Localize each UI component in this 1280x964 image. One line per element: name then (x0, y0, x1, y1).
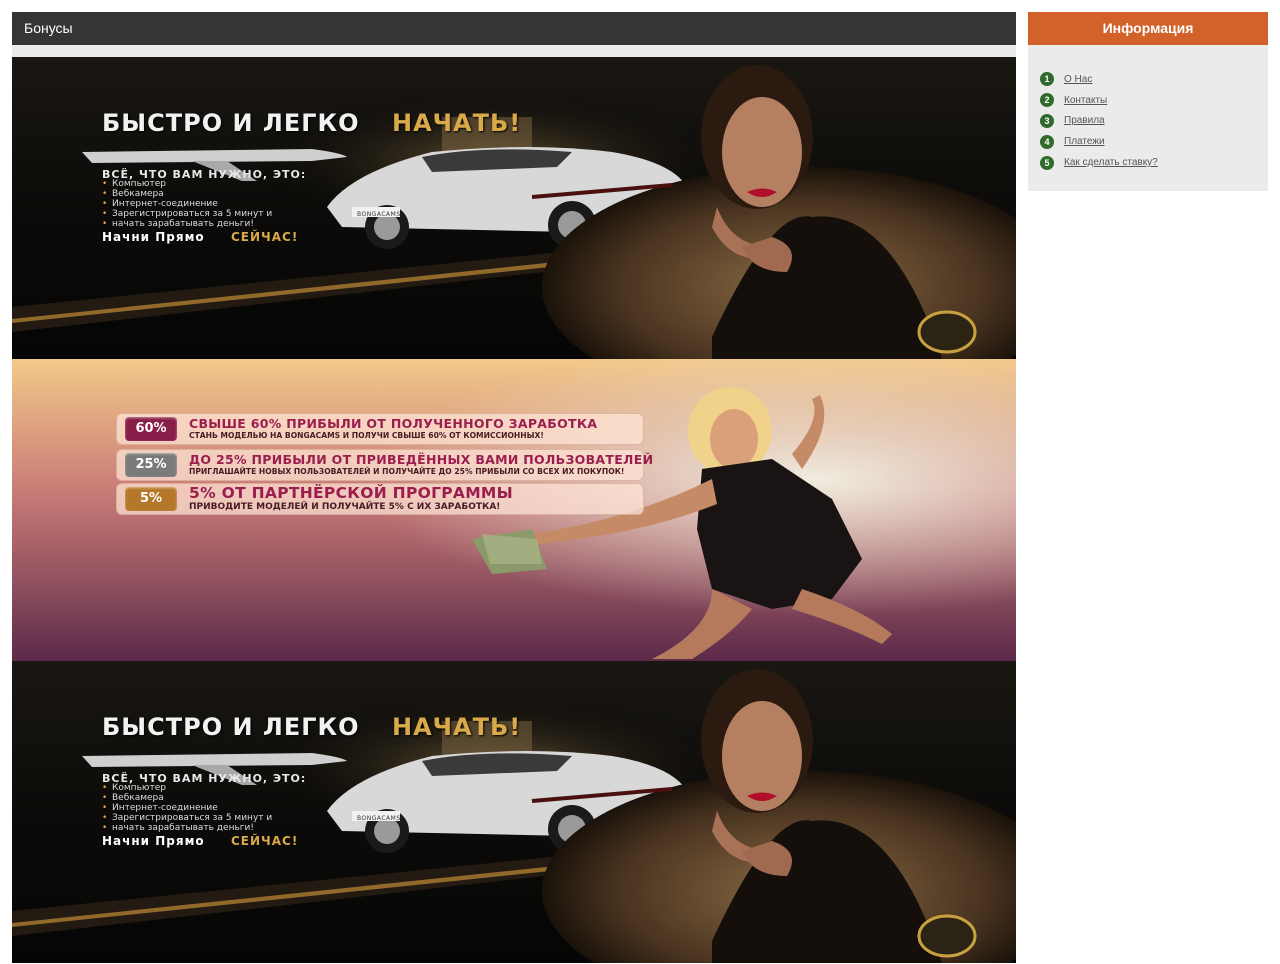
info-item-payments: 4 Платежи (1028, 131, 1268, 152)
requirement-item: Вебкамера (102, 793, 272, 803)
banner-start-title-accent: НАЧАТЬ! (392, 713, 522, 741)
info-sidebar: Информация 1 О Нас 2 Контакты 3 Правила … (1028, 12, 1268, 191)
offer-percent-badge: 5% (125, 487, 177, 511)
link-payments[interactable]: Платежи (1064, 136, 1105, 147)
header-spacer (12, 45, 1016, 57)
banner-start-title: БЫСТРО И ЛЕГКО (102, 109, 360, 137)
offer-percent-badge: 25% (125, 453, 177, 477)
info-item-about: 1 О Нас (1028, 69, 1268, 90)
sidebar-body: 1 О Нас 2 Контакты 3 Правила 4 Платежи 5… (1028, 45, 1268, 191)
offer-card: 25% ДО 25% ПРИБЫЛИ ОТ ПРИВЕДЁННЫХ ВАМИ П… (116, 449, 653, 481)
banner-start-cta: Начни Прямо (102, 230, 205, 244)
offer-card: 5% 5% ОТ ПАРТНЁРСКОЙ ПРОГРАММЫ ПРИВОДИТЕ… (116, 483, 644, 515)
banner-start-cta: Начни Прямо (102, 834, 205, 848)
banner-start-cta-accent: СЕЙЧАС! (231, 834, 299, 848)
promo-banner-start-repeat[interactable]: БЫСТРО И ЛЕГКО НАЧАТЬ! ВСЁ, ЧТО ВАМ НУЖН… (12, 661, 1016, 963)
link-contacts[interactable]: Контакты (1064, 95, 1107, 106)
requirement-item: Зарегистрироваться за 5 минут и (102, 813, 272, 823)
offer-card: 60% СВЫШЕ 60% ПРИБЫЛИ ОТ ПОЛУЧЕННОГО ЗАР… (116, 413, 644, 445)
banner-start-requirements: Компьютер Вебкамера Интернет-соединение … (102, 783, 272, 833)
requirement-item: Зарегистрироваться за 5 минут и (102, 209, 272, 219)
main-column: Бонусы БЫСТРО И ЛЕГКО НАЧАТЬ! ВСЁ, ЧТО В… (12, 12, 1016, 963)
number-badge: 5 (1040, 155, 1054, 170)
requirement-item: Компьютер (102, 179, 272, 189)
requirement-item: Интернет-соединение (102, 803, 272, 813)
info-link-list: 1 О Нас 2 Контакты 3 Правила 4 Платежи 5… (1028, 69, 1268, 173)
car-plate-text: BONGACAMS (357, 211, 401, 218)
banner-start-title-accent: НАЧАТЬ! (392, 109, 522, 137)
info-item-contacts: 2 Контакты (1028, 90, 1268, 111)
number-badge: 2 (1040, 93, 1054, 108)
requirement-item: Интернет-соединение (102, 199, 272, 209)
number-badge: 3 (1040, 113, 1054, 128)
promo-banner-offers[interactable]: 60% СВЫШЕ 60% ПРИБЫЛИ ОТ ПОЛУЧЕННОГО ЗАР… (12, 359, 1016, 661)
number-badge: 1 (1040, 72, 1054, 87)
requirement-item: начать зарабатывать деньги! (102, 823, 272, 833)
offer-headline: СВЫШЕ 60% ПРИБЫЛИ ОТ ПОЛУЧЕННОГО ЗАРАБОТ… (189, 416, 598, 431)
requirement-item: начать зарабатывать деньги! (102, 219, 272, 229)
info-item-how-to-bet: 5 Как сделать ставку? (1028, 152, 1268, 173)
link-about[interactable]: О Нас (1064, 74, 1092, 85)
page-title: Бонусы (12, 12, 1016, 45)
requirement-item: Компьютер (102, 783, 272, 793)
banner-start-title: БЫСТРО И ЛЕГКО (102, 713, 360, 741)
offer-percent-badge: 60% (125, 417, 177, 441)
offer-subtext: ПРИВОДИТЕ МОДЕЛЕЙ И ПОЛУЧАЙТЕ 5% С ИХ ЗА… (189, 502, 501, 512)
offer-subtext: ПРИГЛАШАЙТЕ НОВЫХ ПОЛЬЗОВАТЕЛЕЙ И ПОЛУЧА… (189, 467, 625, 476)
banner-start-cta-accent: СЕЙЧАС! (231, 230, 299, 244)
promo-banner-start[interactable]: БЫСТРО И ЛЕГКО НАЧАТЬ! ВСЁ, ЧТО ВАМ НУЖН… (12, 57, 1016, 359)
info-item-rules: 3 Правила (1028, 111, 1268, 132)
offer-headline: 5% ОТ ПАРТНЁРСКОЙ ПРОГРАММЫ (189, 484, 514, 502)
link-how-to-bet[interactable]: Как сделать ставку? (1064, 157, 1158, 168)
banner-start-requirements: Компьютер Вебкамера Интернет-соединение … (102, 179, 272, 229)
offer-subtext: СТАНЬ МОДЕЛЬЮ НА BONGACAMS И ПОЛУЧИ СВЫШ… (189, 431, 544, 440)
offer-headline: ДО 25% ПРИБЫЛИ ОТ ПРИВЕДЁННЫХ ВАМИ ПОЛЬЗ… (189, 452, 654, 467)
link-rules[interactable]: Правила (1064, 115, 1105, 126)
requirement-item: Вебкамера (102, 189, 272, 199)
sidebar-title: Информация (1028, 12, 1268, 45)
car-plate-text: BONGACAMS (357, 815, 401, 822)
number-badge: 4 (1040, 134, 1054, 149)
